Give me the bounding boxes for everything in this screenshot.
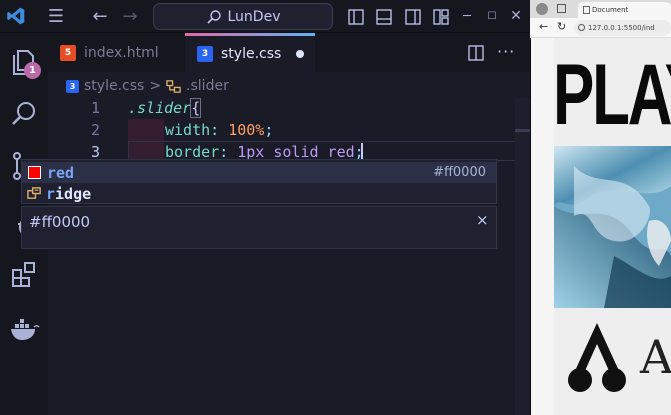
browser-tab-title: Document — [592, 6, 629, 14]
color-swatch-icon — [28, 166, 41, 179]
page-margin — [531, 38, 554, 415]
text-cursor — [361, 143, 363, 160]
css-property: width — [165, 121, 211, 139]
site-info-icon — [578, 24, 585, 31]
browser-tab-document[interactable]: Document — [578, 2, 671, 18]
search-label: LunDev — [227, 8, 281, 25]
editor-scrollbar[interactable] — [515, 98, 530, 415]
docker-icon[interactable] — [8, 312, 40, 344]
toggle-secondary-sidebar-icon[interactable] — [405, 9, 421, 25]
page-headline: PLAY — [553, 47, 671, 143]
more-actions-icon[interactable]: ··· — [497, 42, 515, 61]
toggle-primary-sidebar-icon[interactable] — [348, 9, 364, 25]
css-value: 100% — [228, 121, 265, 139]
close-window-icon[interactable]: ✕ — [503, 0, 529, 33]
tab-label: style.css — [221, 46, 282, 62]
symbol-class-icon — [166, 79, 181, 93]
scrollbar-thumb[interactable] — [515, 129, 530, 132]
tab-actions-icon[interactable] — [557, 4, 566, 13]
close-details-icon[interactable]: × — [476, 211, 489, 229]
suggestion-match: r — [46, 184, 56, 203]
brand-logo-icon — [568, 323, 626, 392]
details-text: #ff0000 — [29, 213, 91, 231]
suggestion-match: red — [47, 163, 75, 182]
page-letter: A — [640, 330, 671, 384]
colon: : — [210, 121, 220, 139]
open-brace: { — [190, 98, 202, 118]
code-line-2[interactable]: width: 100%; — [165, 121, 273, 139]
hero-glass-image — [554, 146, 671, 308]
css-selector: .slider — [128, 99, 192, 117]
browser-back-icon[interactable]: ← — [539, 20, 548, 33]
command-center-search[interactable]: LunDev — [153, 3, 333, 30]
css3-icon: 3 — [197, 46, 213, 62]
breadcrumb-separator: > — [149, 78, 162, 94]
semicolon: ; — [264, 121, 274, 139]
breadcrumb-symbol[interactable]: .slider — [186, 78, 229, 94]
suggestion-rest: idge — [55, 184, 92, 203]
explorer-badge: 1 — [24, 62, 41, 79]
browser-refresh-icon[interactable]: ↻ — [557, 20, 566, 33]
suggestion-item-ridge[interactable]: ridge — [22, 183, 496, 204]
search-icon — [206, 9, 221, 24]
suggestion-item-red[interactable]: red #ff0000 — [22, 162, 496, 183]
browser-address-bar[interactable]: 127.0.0.1:5500/ind — [574, 20, 671, 36]
tab-label: index.html — [84, 44, 159, 61]
breadcrumb-file[interactable]: style.css — [84, 78, 144, 94]
suggestion-label: red — [47, 164, 74, 182]
suggestion-detail: #ff0000 — [433, 165, 486, 180]
customize-layout-icon[interactable] — [433, 9, 449, 25]
extensions-icon[interactable] — [8, 258, 40, 290]
browser-url: 127.0.0.1:5500/ind — [588, 24, 655, 32]
page-favicon-icon — [583, 6, 590, 14]
breadcrumb: 3 style.css > .slider — [66, 76, 229, 96]
css3-icon: 3 — [66, 79, 79, 93]
line-number: 1 — [90, 99, 100, 117]
html5-icon: 5 — [60, 44, 76, 61]
enum-value-icon — [27, 187, 41, 199]
profile-avatar-icon[interactable] — [536, 3, 548, 15]
code-line-1[interactable]: .slider{ — [128, 98, 202, 118]
menu-icon[interactable]: ☰ — [42, 0, 70, 33]
line-number: 2 — [90, 121, 100, 139]
tab-index-html[interactable]: 5 index.html — [48, 33, 185, 72]
split-editor-icon[interactable] — [468, 45, 484, 61]
toggle-panel-icon[interactable] — [376, 9, 392, 25]
forward-arrow-icon[interactable]: → — [118, 0, 142, 33]
suggestion-label: ridge — [46, 185, 91, 203]
unsaved-dot-icon[interactable] — [296, 50, 304, 58]
maximize-icon[interactable]: ☐ — [479, 0, 505, 33]
minimize-icon[interactable]: ─ — [454, 0, 480, 33]
back-arrow-icon[interactable]: ← — [88, 0, 112, 33]
vscode-logo-icon — [6, 6, 26, 26]
search-icon[interactable] — [8, 98, 40, 130]
suggest-details-pane — [21, 206, 497, 249]
